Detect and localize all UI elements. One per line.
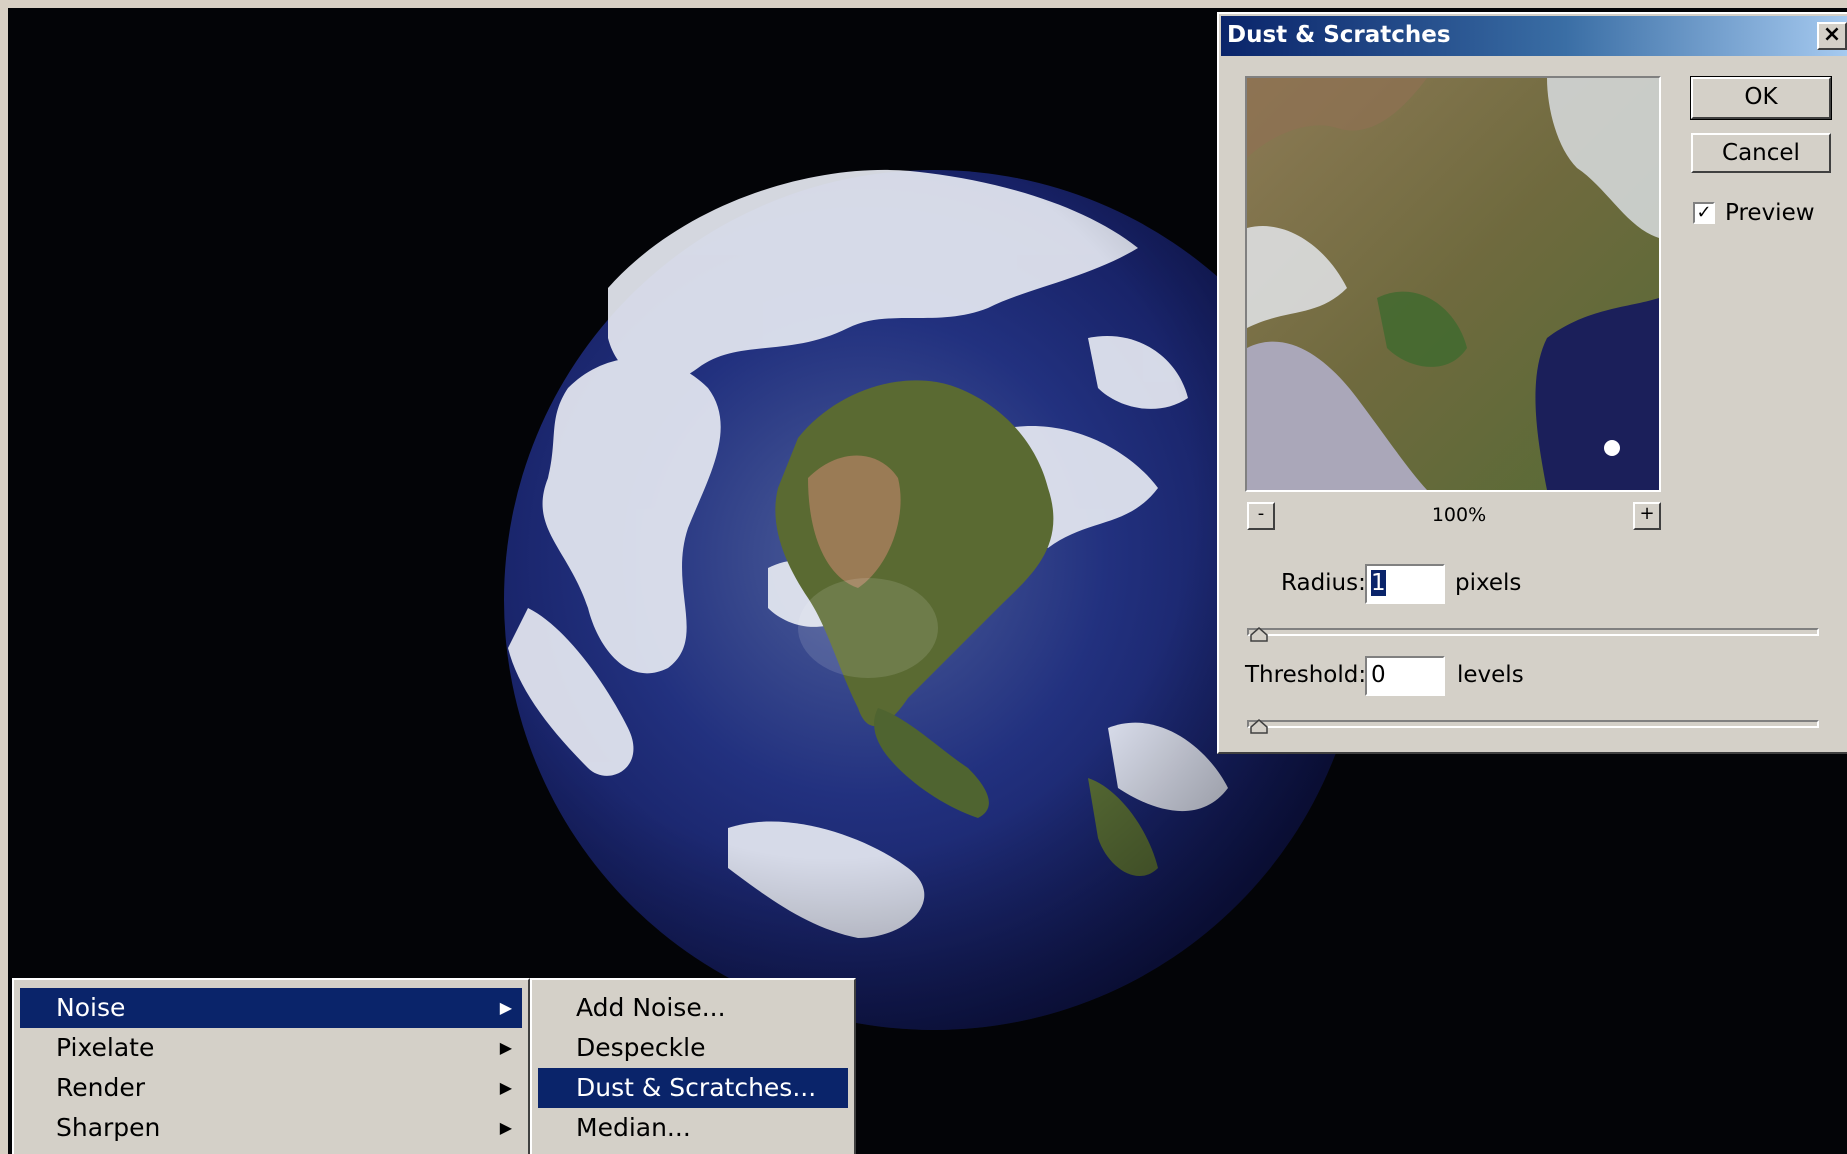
submenu-item-dust-scratches[interactable]: Dust & Scratches...	[538, 1068, 848, 1108]
menu-item-pixelate[interactable]: Pixelate ▶	[20, 1028, 522, 1068]
preview-window[interactable]	[1245, 76, 1661, 492]
submenu-item-label: Despeckle	[576, 1033, 706, 1062]
ok-button[interactable]: OK	[1690, 76, 1832, 120]
submenu-item-label: Median...	[576, 1113, 691, 1142]
submenu-arrow-icon: ▶	[499, 1118, 512, 1137]
submenu-item-label: Dust & Scratches...	[576, 1073, 817, 1102]
dialog-title: Dust & Scratches	[1227, 22, 1451, 48]
threshold-input[interactable]: 0	[1365, 656, 1445, 696]
radius-slider-thumb[interactable]	[1249, 626, 1269, 642]
menu-item-label: Noise	[56, 993, 126, 1022]
dust-scratches-dialog: Dust & Scratches × OK Cancel ✓ Preview -…	[1217, 12, 1847, 754]
preview-image	[1247, 78, 1659, 490]
checkmark-icon: ✓	[1696, 202, 1712, 223]
submenu-item-label: Add Noise...	[576, 993, 726, 1022]
radius-unit: pixels	[1455, 570, 1522, 596]
menu-item-render[interactable]: Render ▶	[20, 1068, 522, 1108]
submenu-arrow-icon: ▶	[499, 1038, 512, 1057]
filter-menu: Noise ▶ Pixelate ▶ Render ▶ Sharpen ▶	[12, 978, 530, 1154]
submenu-item-despeckle[interactable]: Despeckle	[538, 1028, 848, 1068]
close-button[interactable]: ×	[1817, 22, 1847, 50]
radius-value: 1	[1371, 570, 1386, 596]
radius-slider-track[interactable]	[1247, 628, 1819, 636]
submenu-item-add-noise[interactable]: Add Noise...	[538, 988, 848, 1028]
threshold-value: 0	[1371, 662, 1386, 688]
noise-submenu: Add Noise... Despeckle Dust & Scratches.…	[530, 978, 856, 1154]
menu-item-label: Render	[56, 1073, 146, 1102]
dialog-titlebar[interactable]: Dust & Scratches ×	[1221, 16, 1847, 56]
submenu-item-median[interactable]: Median...	[538, 1108, 848, 1148]
radius-label: Radius:	[1281, 570, 1366, 596]
menu-item-noise[interactable]: Noise ▶	[20, 988, 522, 1028]
threshold-slider-thumb[interactable]	[1249, 718, 1269, 734]
preview-label: Preview	[1725, 200, 1815, 226]
menu-item-label: Sharpen	[56, 1113, 161, 1142]
threshold-label: Threshold:	[1245, 662, 1367, 688]
submenu-arrow-icon: ▶	[499, 1078, 512, 1097]
menu-item-sharpen[interactable]: Sharpen ▶	[20, 1108, 522, 1148]
zoom-out-button[interactable]: -	[1247, 502, 1275, 530]
threshold-unit: levels	[1457, 662, 1524, 688]
threshold-slider-track[interactable]	[1247, 720, 1819, 728]
cancel-button[interactable]: Cancel	[1691, 133, 1831, 173]
menu-item-label: Pixelate	[56, 1033, 155, 1062]
zoom-level: 100%	[1431, 504, 1487, 526]
radius-input[interactable]: 1	[1365, 564, 1445, 604]
submenu-arrow-icon: ▶	[499, 998, 512, 1017]
preview-checkbox[interactable]: ✓	[1693, 202, 1715, 224]
close-icon: ×	[1822, 22, 1842, 47]
zoom-in-button[interactable]: +	[1633, 502, 1661, 530]
